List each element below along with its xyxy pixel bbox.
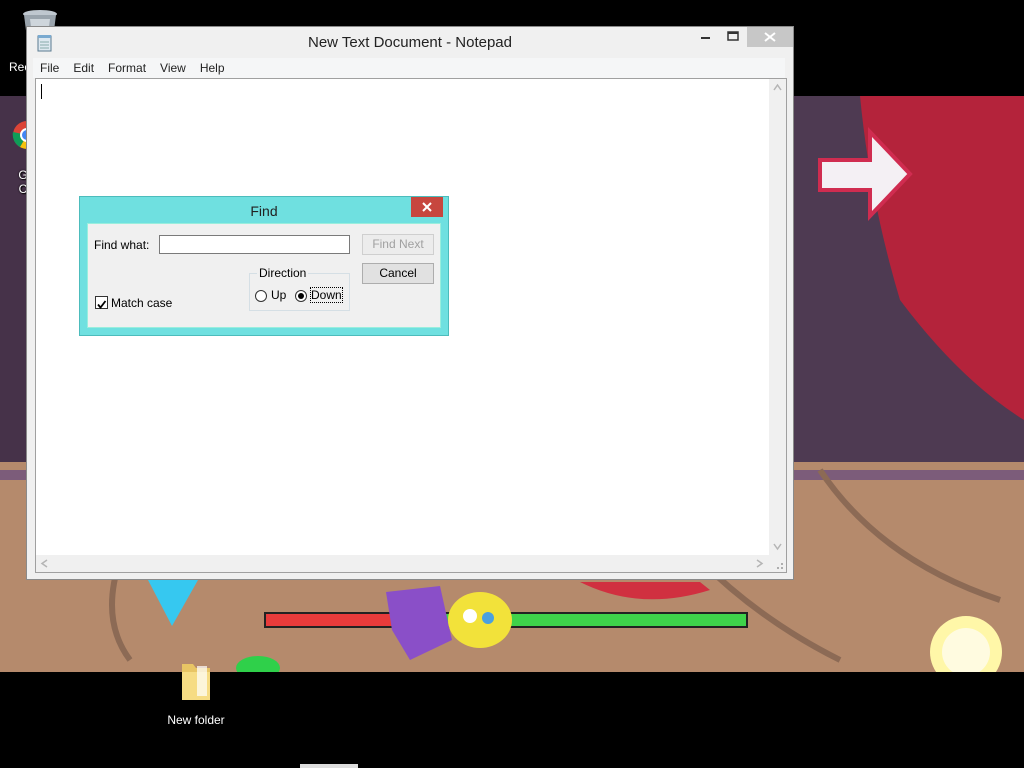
direction-up-label[interactable]: Up	[271, 288, 286, 302]
notepad-titlebar[interactable]: New Text Document - Notepad	[27, 27, 793, 59]
scroll-arrows-horizontal-icon	[40, 559, 764, 568]
menu-help[interactable]: Help	[193, 58, 232, 78]
find-dialog-body: Find what: Find Next Cancel Direction Up…	[87, 223, 441, 328]
cancel-button[interactable]: Cancel	[362, 263, 434, 284]
find-close-button[interactable]	[411, 197, 443, 217]
maximize-button[interactable]	[719, 27, 747, 47]
match-case-label[interactable]: Match case	[111, 296, 172, 310]
direction-down-radio[interactable]	[295, 290, 307, 302]
menu-edit[interactable]: Edit	[66, 58, 101, 78]
find-dialog-title: Find	[250, 203, 278, 219]
horizontal-scrollbar[interactable]	[36, 555, 769, 572]
find-what-input[interactable]	[159, 235, 350, 254]
find-next-button[interactable]: Find Next	[362, 234, 434, 255]
close-icon	[422, 202, 432, 212]
direction-group: Direction Up Down	[249, 266, 350, 311]
find-what-label: Find what:	[94, 238, 150, 252]
folder-icon	[182, 664, 210, 700]
match-case-checkbox[interactable]	[95, 296, 108, 309]
size-grip[interactable]	[769, 555, 786, 572]
radio-selected-dot	[298, 293, 304, 299]
new-folder-label: New folder	[167, 713, 225, 727]
close-icon	[764, 32, 776, 42]
minimize-icon	[701, 37, 710, 39]
direction-label: Direction	[257, 266, 309, 280]
direction-up-radio[interactable]	[255, 290, 267, 302]
menu-format[interactable]: Format	[101, 58, 153, 78]
direction-down-label[interactable]: Down	[310, 287, 343, 303]
minimize-button[interactable]	[691, 27, 719, 47]
text-caret	[41, 84, 42, 99]
menu-view[interactable]: View	[153, 58, 193, 78]
size-grip-icon	[777, 563, 783, 569]
find-dialog[interactable]: Find Find what: Find Next Cancel Directi…	[79, 196, 449, 336]
menu-file[interactable]: File	[33, 58, 66, 78]
vertical-scrollbar[interactable]	[769, 79, 786, 555]
maximize-icon	[727, 31, 739, 41]
menu-bar: File Edit Format View Help	[33, 58, 785, 78]
scroll-arrows-icon	[773, 83, 782, 551]
new-folder-desktop-icon[interactable]: New folder	[160, 660, 232, 727]
checkmark-icon	[97, 300, 107, 309]
window-title: New Text Document - Notepad	[308, 34, 512, 51]
close-button[interactable]	[747, 27, 793, 47]
